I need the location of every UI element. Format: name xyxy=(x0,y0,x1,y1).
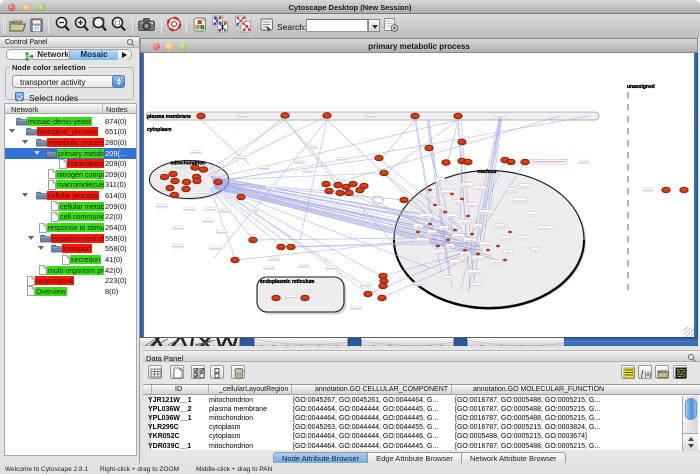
svg-text:(x): (x) xyxy=(644,372,651,378)
svg-text:cytoplasm: cytoplasm xyxy=(147,127,172,133)
svg-text:nucleus: nucleus xyxy=(478,169,497,175)
svg-text:1:1: 1:1 xyxy=(114,21,121,27)
svg-text:unassigned: unassigned xyxy=(627,84,655,90)
svg-text:plasma membrane: plasma membrane xyxy=(147,114,191,120)
svg-text:endoplasmic reticulum: endoplasmic reticulum xyxy=(260,279,315,285)
